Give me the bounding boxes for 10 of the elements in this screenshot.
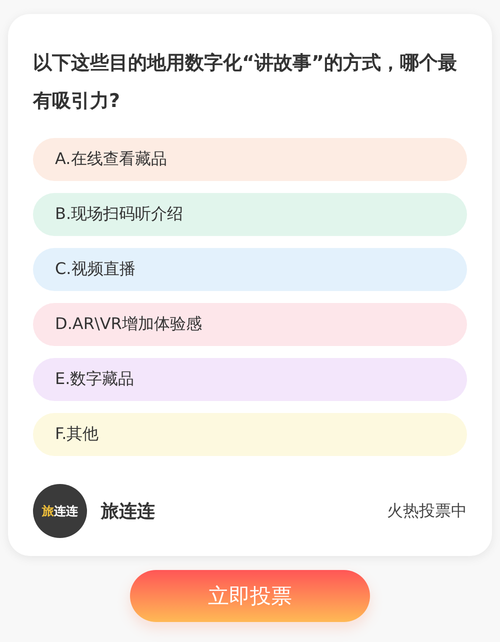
poll-status: 火热投票中: [387, 500, 467, 522]
poll-option[interactable]: E.数字藏品: [33, 358, 467, 401]
poll-option[interactable]: C.视频直播: [33, 248, 467, 291]
author-name: 旅连连: [101, 500, 156, 523]
poll-option[interactable]: B.现场扫码听介绍: [33, 193, 467, 236]
poll-option[interactable]: A.在线查看藏品: [33, 138, 467, 181]
poll-option[interactable]: F.其他: [33, 413, 467, 456]
poll-question: 以下这些目的地用数字化“讲故事”的方式，哪个最有吸引力?: [33, 51, 458, 114]
poll-option[interactable]: D.AR\VR增加体验感: [33, 303, 467, 346]
author-logo: 旅连连: [33, 484, 87, 538]
